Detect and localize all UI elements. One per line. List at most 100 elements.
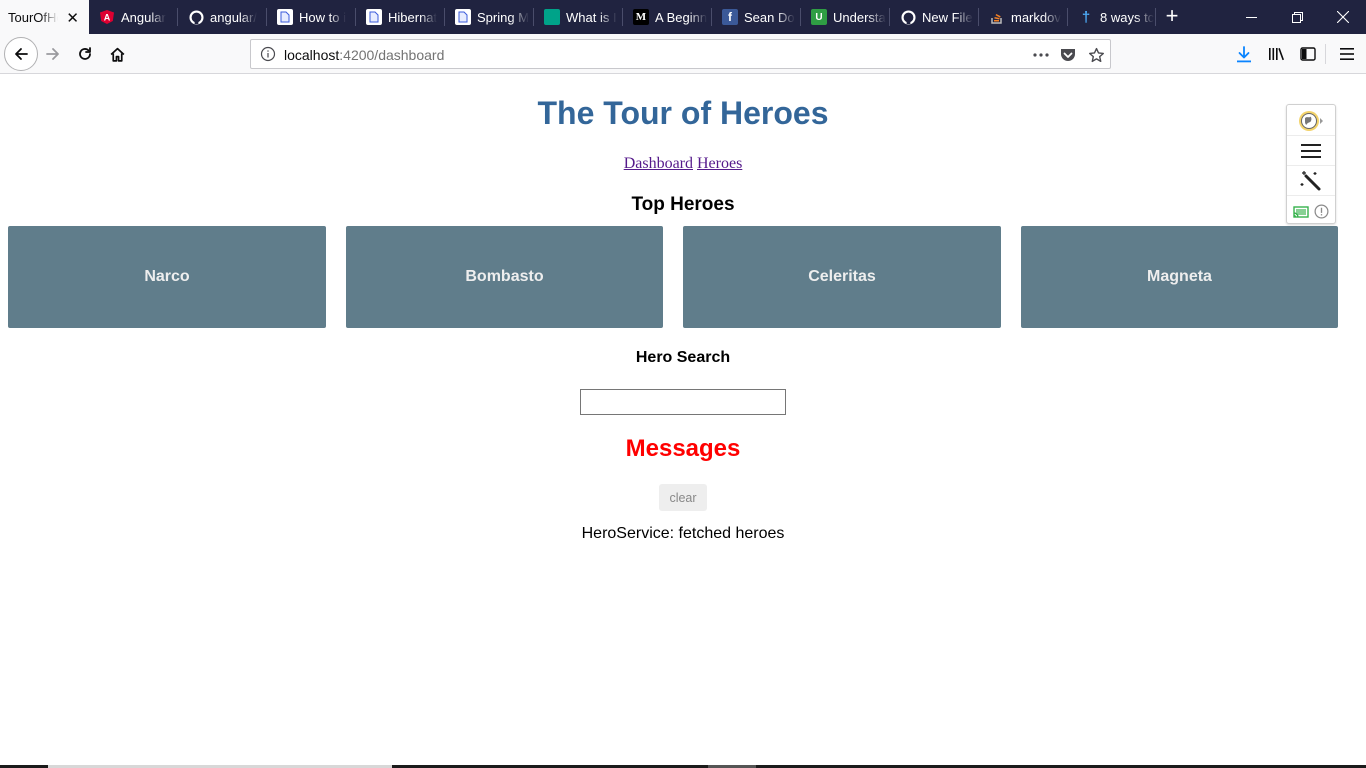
info-icon[interactable]: [260, 46, 276, 62]
tab-title: angular/: [210, 9, 257, 25]
document-icon: [277, 9, 293, 25]
hero-search-heading: Hero Search: [635, 349, 731, 366]
github-icon: [900, 9, 916, 25]
tab-how-to[interactable]: How to i: [267, 0, 356, 34]
tab-title: A Beginn: [655, 9, 708, 25]
tab-title: TourOfHeroes: [8, 9, 58, 25]
hero-name: Celeritas: [808, 268, 876, 285]
tab-title: What is I: [566, 9, 617, 25]
home-button[interactable]: [101, 38, 133, 70]
tab-new-file[interactable]: New File: [890, 0, 979, 34]
tab-separator: [1155, 8, 1156, 26]
url-text[interactable]: localhost:4200/dashboard: [284, 47, 444, 63]
tab-title: Sean Do: [744, 9, 795, 25]
download-icon: [1237, 45, 1251, 62]
menu-button[interactable]: [1331, 38, 1363, 70]
tab-angular[interactable]: A Angular: [89, 0, 178, 34]
url-host: localhost: [284, 47, 340, 63]
navigation-toolbar: localhost:4200/dashboard: [0, 34, 1366, 74]
page-actions-icon[interactable]: [1030, 44, 1052, 66]
tab-title: Spring M: [477, 9, 530, 25]
nav-link-heroes[interactable]: Heroes: [697, 155, 742, 172]
minimize-icon[interactable]: [1228, 0, 1274, 34]
tab-sean[interactable]: f Sean Do: [712, 0, 801, 34]
stackoverflow-icon: [989, 9, 1005, 25]
toolbar-divider: [1325, 44, 1326, 64]
medium-icon: M: [633, 9, 649, 25]
tab-what-is[interactable]: What is I: [534, 0, 623, 34]
url-path: :4200/dashboard: [339, 47, 445, 63]
bookmark-star-icon[interactable]: [1085, 44, 1107, 66]
clear-messages-button[interactable]: clear: [659, 484, 707, 511]
nav-link-dashboard[interactable]: Dashboard: [624, 155, 693, 172]
page-content: The Tour of Heroes Dashboard Heroes Top …: [0, 75, 1366, 768]
tab-tour-of-heroes[interactable]: TourOfHeroes ✕: [0, 0, 89, 34]
hamburger-menu-icon: [1301, 144, 1321, 158]
svg-text:A: A: [104, 13, 111, 23]
close-window-icon[interactable]: [1320, 0, 1366, 34]
angular-icon: A: [99, 9, 115, 25]
app-nav: Dashboard Heroes: [0, 155, 1366, 173]
magic-wand-button[interactable]: [1287, 167, 1335, 196]
teal-square-icon: [544, 9, 560, 25]
cross-icon: †: [1081, 8, 1091, 26]
app-title: The Tour of Heroes: [537, 95, 829, 131]
tab-title: 8 ways tc: [1100, 9, 1155, 25]
tab-8-ways[interactable]: † 8 ways tc: [1068, 0, 1157, 34]
tab-a-beginner[interactable]: M A Beginn: [623, 0, 712, 34]
hamburger-menu-icon: [1340, 48, 1354, 60]
hero-card[interactable]: Bombasto: [346, 226, 663, 328]
tab-title: How to i: [299, 9, 346, 25]
new-tab-button[interactable]: +: [1158, 4, 1186, 30]
hero-name: Narco: [144, 268, 190, 285]
extension-menu-button[interactable]: [1287, 137, 1335, 166]
address-bar[interactable]: localhost:4200/dashboard: [250, 39, 1111, 69]
tab-title: New File: [922, 9, 973, 25]
restore-icon[interactable]: [1274, 0, 1320, 34]
browser-tab-strip: TourOfHeroes ✕ A Angular angular/ How to…: [0, 0, 1366, 34]
top-heroes-heading: Top Heroes: [631, 194, 735, 215]
tab-title: Understa: [833, 9, 886, 25]
tab-title: markdov: [1011, 9, 1061, 25]
globe-icon: [1299, 111, 1323, 131]
downloads-button[interactable]: [1228, 38, 1260, 70]
tab-hibernate[interactable]: Hibernat: [356, 0, 445, 34]
pocket-icon[interactable]: [1057, 44, 1079, 66]
reload-icon: [79, 47, 91, 60]
hero-name: Magneta: [1147, 268, 1212, 285]
sidebar-icon: [1300, 47, 1316, 61]
library-button[interactable]: [1260, 38, 1292, 70]
home-icon: [110, 47, 124, 62]
magic-wand-icon: [1300, 171, 1321, 191]
library-icon: [1268, 48, 1284, 61]
tab-understanding[interactable]: U Understa: [801, 0, 890, 34]
document-icon: [455, 9, 471, 25]
forward-arrow-icon: [46, 48, 59, 60]
alert-icon[interactable]: [1314, 204, 1329, 219]
back-button[interactable]: [4, 37, 38, 71]
hero-search-input[interactable]: [580, 389, 786, 415]
messages-heading: Messages: [625, 435, 741, 462]
tab-markdown[interactable]: markdov: [979, 0, 1068, 34]
github-icon: [188, 9, 204, 25]
extension-status-row: [1287, 197, 1335, 226]
facebook-icon: f: [722, 9, 738, 25]
tab-close-icon[interactable]: ✕: [66, 9, 79, 27]
green-icon: U: [811, 9, 827, 25]
hero-card[interactable]: Celeritas: [683, 226, 1001, 328]
tab-title: Hibernat: [388, 9, 438, 25]
tab-angular-github[interactable]: angular/: [178, 0, 267, 34]
hero-name: Bombasto: [465, 268, 544, 285]
reload-button[interactable]: [69, 38, 101, 70]
forward-button[interactable]: [37, 38, 69, 70]
sidebar-button[interactable]: [1292, 38, 1324, 70]
globe-extension-button[interactable]: [1287, 107, 1335, 136]
tab-spring[interactable]: Spring M: [445, 0, 534, 34]
message-item: HeroService: fetched heroes: [581, 525, 785, 542]
hero-card[interactable]: Magneta: [1021, 226, 1338, 328]
hero-card[interactable]: Narco: [8, 226, 326, 328]
extension-toolbar: [1286, 104, 1336, 224]
tab-title: Angular: [121, 9, 166, 25]
document-icon: [366, 9, 382, 25]
cast-icon[interactable]: [1293, 205, 1309, 218]
